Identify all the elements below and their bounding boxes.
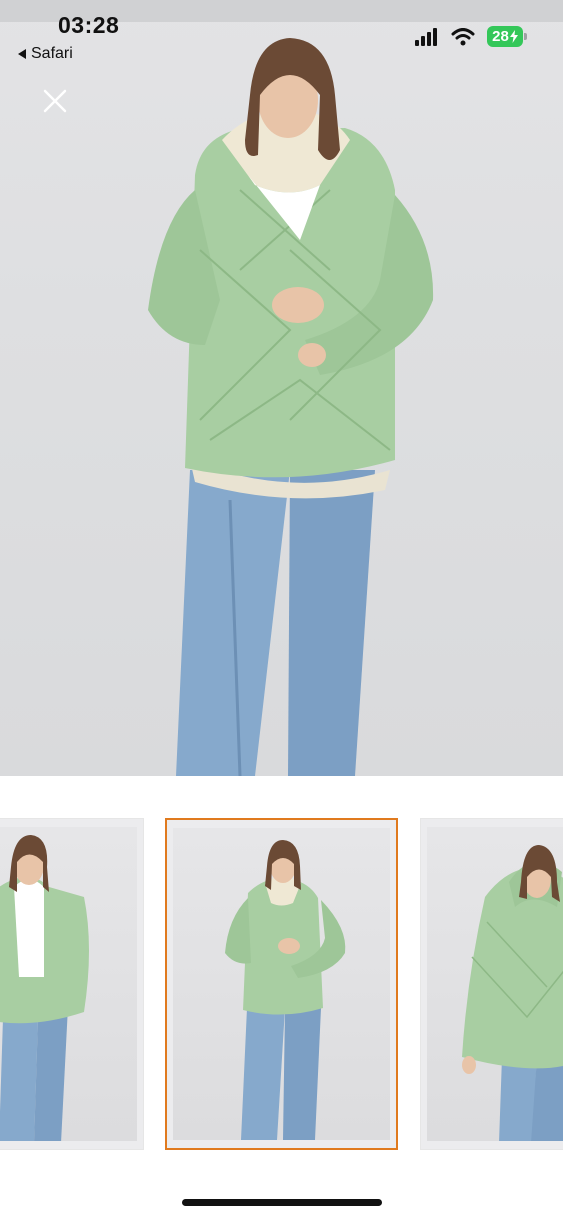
thumbnail-image-frame [173, 828, 390, 1140]
charging-bolt-icon [509, 30, 518, 43]
thumbnail-photo-hood-view [462, 845, 563, 1141]
back-triangle-icon [18, 49, 26, 59]
wifi-icon [451, 27, 475, 45]
close-icon[interactable] [40, 86, 70, 116]
thumbnail-strip[interactable] [0, 818, 563, 1150]
back-to-safari-link[interactable]: Safari [18, 45, 73, 63]
thumbnail-item[interactable] [420, 818, 563, 1150]
status-time: 03:28 [58, 12, 120, 38]
back-app-label: Safari [31, 45, 73, 62]
thumbnail-image-frame [427, 827, 563, 1141]
battery-level: 28 [492, 28, 509, 45]
thumbnail-photo-side-view [0, 835, 89, 1141]
thumbnail-item-active[interactable] [165, 818, 398, 1150]
main-image-viewer[interactable]: 03:28 Safari 28 [0, 0, 563, 776]
main-product-photo [148, 38, 434, 776]
status-indicators: 28 [415, 26, 527, 47]
home-indicator[interactable] [182, 1199, 382, 1206]
thumbnail-item[interactable] [0, 818, 144, 1150]
signal-icon [415, 27, 437, 46]
thumbnail-image-frame [0, 827, 137, 1141]
thumbnail-photo-front-view [225, 840, 346, 1140]
battery-indicator: 28 [487, 26, 527, 47]
